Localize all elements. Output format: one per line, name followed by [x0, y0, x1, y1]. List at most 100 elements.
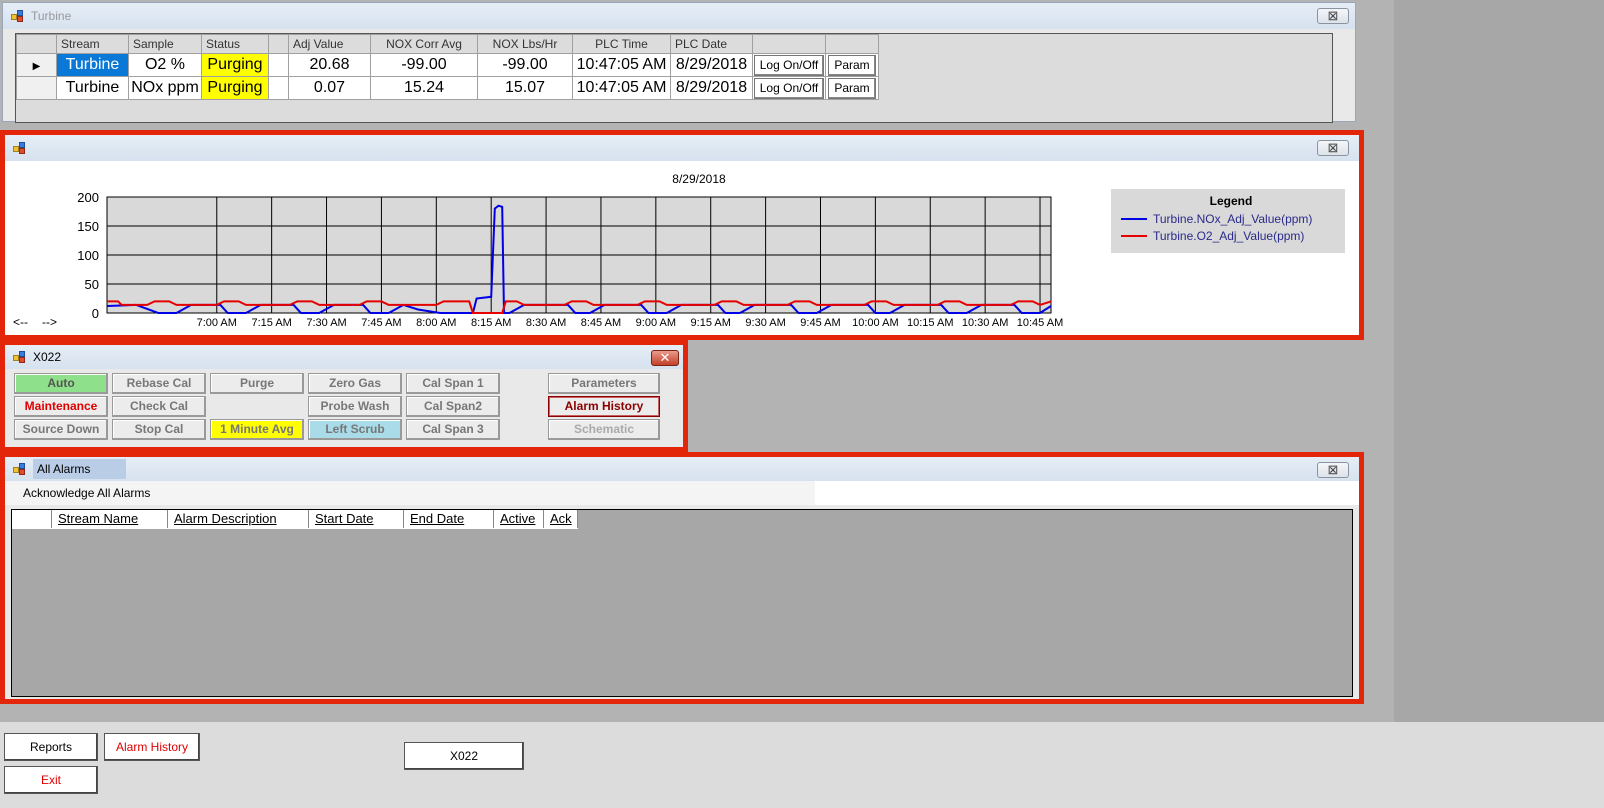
alarms-grid[interactable]: Stream Name Alarm Description Start Date… — [11, 509, 1353, 697]
reports-button[interactable]: Reports — [4, 733, 98, 761]
x022-window-title: X022 — [33, 350, 62, 364]
cell-param: Param — [825, 53, 879, 77]
alarms-close-button[interactable]: ⊠ — [1317, 462, 1349, 478]
turbine-window-titlebar[interactable]: Turbine — [3, 3, 1355, 29]
col-header-stream-name[interactable]: Stream Name — [52, 510, 168, 528]
maintenance-button[interactable]: Maintenance — [14, 396, 108, 417]
x022-close-button[interactable]: ✕ — [651, 350, 679, 366]
y-tick-label: 200 — [77, 190, 99, 205]
source-down-button[interactable]: Source Down — [14, 419, 108, 440]
parameters-button[interactable]: Parameters — [548, 373, 660, 394]
log-on-off-button[interactable]: Log On/Off — [753, 54, 825, 76]
col-header-alarm-description[interactable]: Alarm Description — [168, 510, 309, 528]
current-row-arrow-icon: ▶ — [32, 61, 41, 72]
col-header-ack[interactable]: Ack — [544, 510, 578, 528]
exit-button[interactable]: Exit — [4, 766, 98, 794]
chart-window-titlebar[interactable] — [5, 135, 1359, 161]
col-header-stream[interactable]: Stream — [56, 34, 129, 54]
chart-close-button[interactable]: ⊠ — [1317, 140, 1349, 156]
col-header-end-date[interactable]: End Date — [404, 510, 494, 528]
trend-chart[interactable]: 8/29/2018 0 50 100 150 200 7:00 AM 7:15 AM 7:30 … — [5, 161, 1359, 335]
zero-gas-button[interactable]: Zero Gas — [308, 373, 402, 394]
table-row[interactable]: ▶ Turbine O2 % Purging 20.68 -99.00 -99.… — [16, 53, 879, 77]
toolbar-blank — [815, 481, 1359, 505]
col-header-nox-lbs-hr[interactable]: NOX Lbs/Hr — [477, 34, 573, 54]
alarms-toolbar: Acknowledge All Alarms — [5, 481, 1359, 505]
cal-span2-button[interactable]: Cal Span2 — [406, 396, 500, 417]
x-tick-label: 10:30 AM — [962, 317, 1008, 329]
chart-title: 8/29/2018 — [672, 172, 726, 186]
chart-area: 8/29/2018 0 50 100 150 200 7:00 AM 7:15 AM 7:30 … — [5, 161, 1359, 335]
one-minute-avg-button[interactable]: 1 Minute Avg — [210, 419, 304, 440]
stop-cal-button[interactable]: Stop Cal — [112, 419, 206, 440]
cell-plc-date[interactable]: 8/29/2018 — [670, 76, 753, 100]
cell-status[interactable]: Purging — [201, 53, 269, 77]
col-header-active[interactable]: Active — [494, 510, 544, 528]
cell-adj-value[interactable]: 20.68 — [288, 53, 371, 77]
alarms-window-titlebar[interactable]: All Alarms — [5, 457, 1359, 481]
x-tick-label: 7:00 AM — [197, 317, 237, 329]
cell-sample[interactable]: NOx ppm — [128, 76, 202, 100]
cell-nox-lbs-hr[interactable]: 15.07 — [477, 76, 573, 100]
x022-window-titlebar[interactable]: X022 — [5, 345, 683, 369]
col-header-plc-time[interactable]: PLC Time — [572, 34, 671, 54]
log-on-off-button[interactable]: Log On/Off — [753, 77, 825, 99]
col-header-adj-value[interactable]: Adj Value — [288, 34, 371, 54]
x-tick-label: 8:15 AM — [471, 317, 511, 329]
cell-nox-corr-avg[interactable]: 15.24 — [370, 76, 478, 100]
alarm-history-button[interactable]: Alarm History — [548, 396, 660, 417]
x-tick-label: 10:00 AM — [852, 317, 898, 329]
table-row[interactable]: Turbine NOx ppm Purging 0.07 15.24 15.07… — [16, 76, 879, 100]
cell-plc-time[interactable]: 10:47:05 AM — [572, 76, 671, 100]
cell-spacer — [268, 76, 289, 100]
purge-button[interactable]: Purge — [210, 373, 304, 394]
turbine-close-button[interactable]: ⊠ — [1317, 8, 1349, 24]
scroll-left-button[interactable]: <-- — [13, 315, 28, 329]
auto-button[interactable]: Auto — [14, 373, 108, 394]
x-tick-label: 8:00 AM — [416, 317, 456, 329]
alarm-corner-header — [12, 510, 52, 528]
rebase-cal-button[interactable]: Rebase Cal — [112, 373, 206, 394]
cell-plc-time[interactable]: 10:47:05 AM — [572, 53, 671, 77]
cell-log: Log On/Off — [752, 76, 826, 100]
cell-status[interactable]: Purging — [201, 76, 269, 100]
cell-stream[interactable]: Turbine — [56, 53, 129, 77]
col-header-start-date[interactable]: Start Date — [309, 510, 404, 528]
cell-adj-value[interactable]: 0.07 — [288, 76, 371, 100]
cell-log: Log On/Off — [752, 53, 826, 77]
col-header-sample[interactable]: Sample — [128, 34, 202, 54]
app-icon — [13, 351, 27, 363]
col-header-status[interactable]: Status — [201, 34, 269, 54]
cell-nox-corr-avg[interactable]: -99.00 — [370, 53, 478, 77]
row-selector[interactable] — [16, 76, 57, 100]
x-tick-label: 9:30 AM — [745, 317, 785, 329]
row-selector[interactable]: ▶ — [16, 53, 57, 77]
alarm-history-bottom-button[interactable]: Alarm History — [104, 733, 200, 761]
scroll-right-button[interactable]: --> — [42, 315, 57, 329]
app-icon — [13, 142, 27, 154]
x-tick-label: 9:45 AM — [800, 317, 840, 329]
cell-sample[interactable]: O2 % — [128, 53, 202, 77]
bottom-toolbar — [0, 722, 1604, 808]
x-tick-label: 9:00 AM — [636, 317, 676, 329]
cal-span-1-button[interactable]: Cal Span 1 — [406, 373, 500, 394]
x-tick-label: 10:15 AM — [907, 317, 953, 329]
x-tick-label: 10:45 AM — [1017, 317, 1063, 329]
x022-bottom-button[interactable]: X022 — [404, 742, 524, 770]
check-cal-button[interactable]: Check Cal — [112, 396, 206, 417]
left-scrub-button[interactable]: Left Scrub — [308, 419, 402, 440]
cell-param: Param — [825, 76, 879, 100]
param-button[interactable]: Param — [828, 77, 876, 99]
grid-header-row: Stream Sample Status Adj Value NOX Corr … — [16, 34, 879, 54]
schematic-button[interactable]: Schematic — [548, 419, 660, 440]
col-header-nox-corr-avg[interactable]: NOX Corr Avg — [370, 34, 478, 54]
cal-span-3-button[interactable]: Cal Span 3 — [406, 419, 500, 440]
cell-stream[interactable]: Turbine — [56, 76, 129, 100]
cell-nox-lbs-hr[interactable]: -99.00 — [477, 53, 573, 77]
param-button[interactable]: Param — [828, 54, 876, 76]
app-icon — [13, 463, 27, 475]
col-header-plc-date[interactable]: PLC Date — [670, 34, 753, 54]
probe-wash-button[interactable]: Probe Wash — [308, 396, 402, 417]
acknowledge-all-alarms-button[interactable]: Acknowledge All Alarms — [23, 486, 150, 500]
cell-plc-date[interactable]: 8/29/2018 — [670, 53, 753, 77]
